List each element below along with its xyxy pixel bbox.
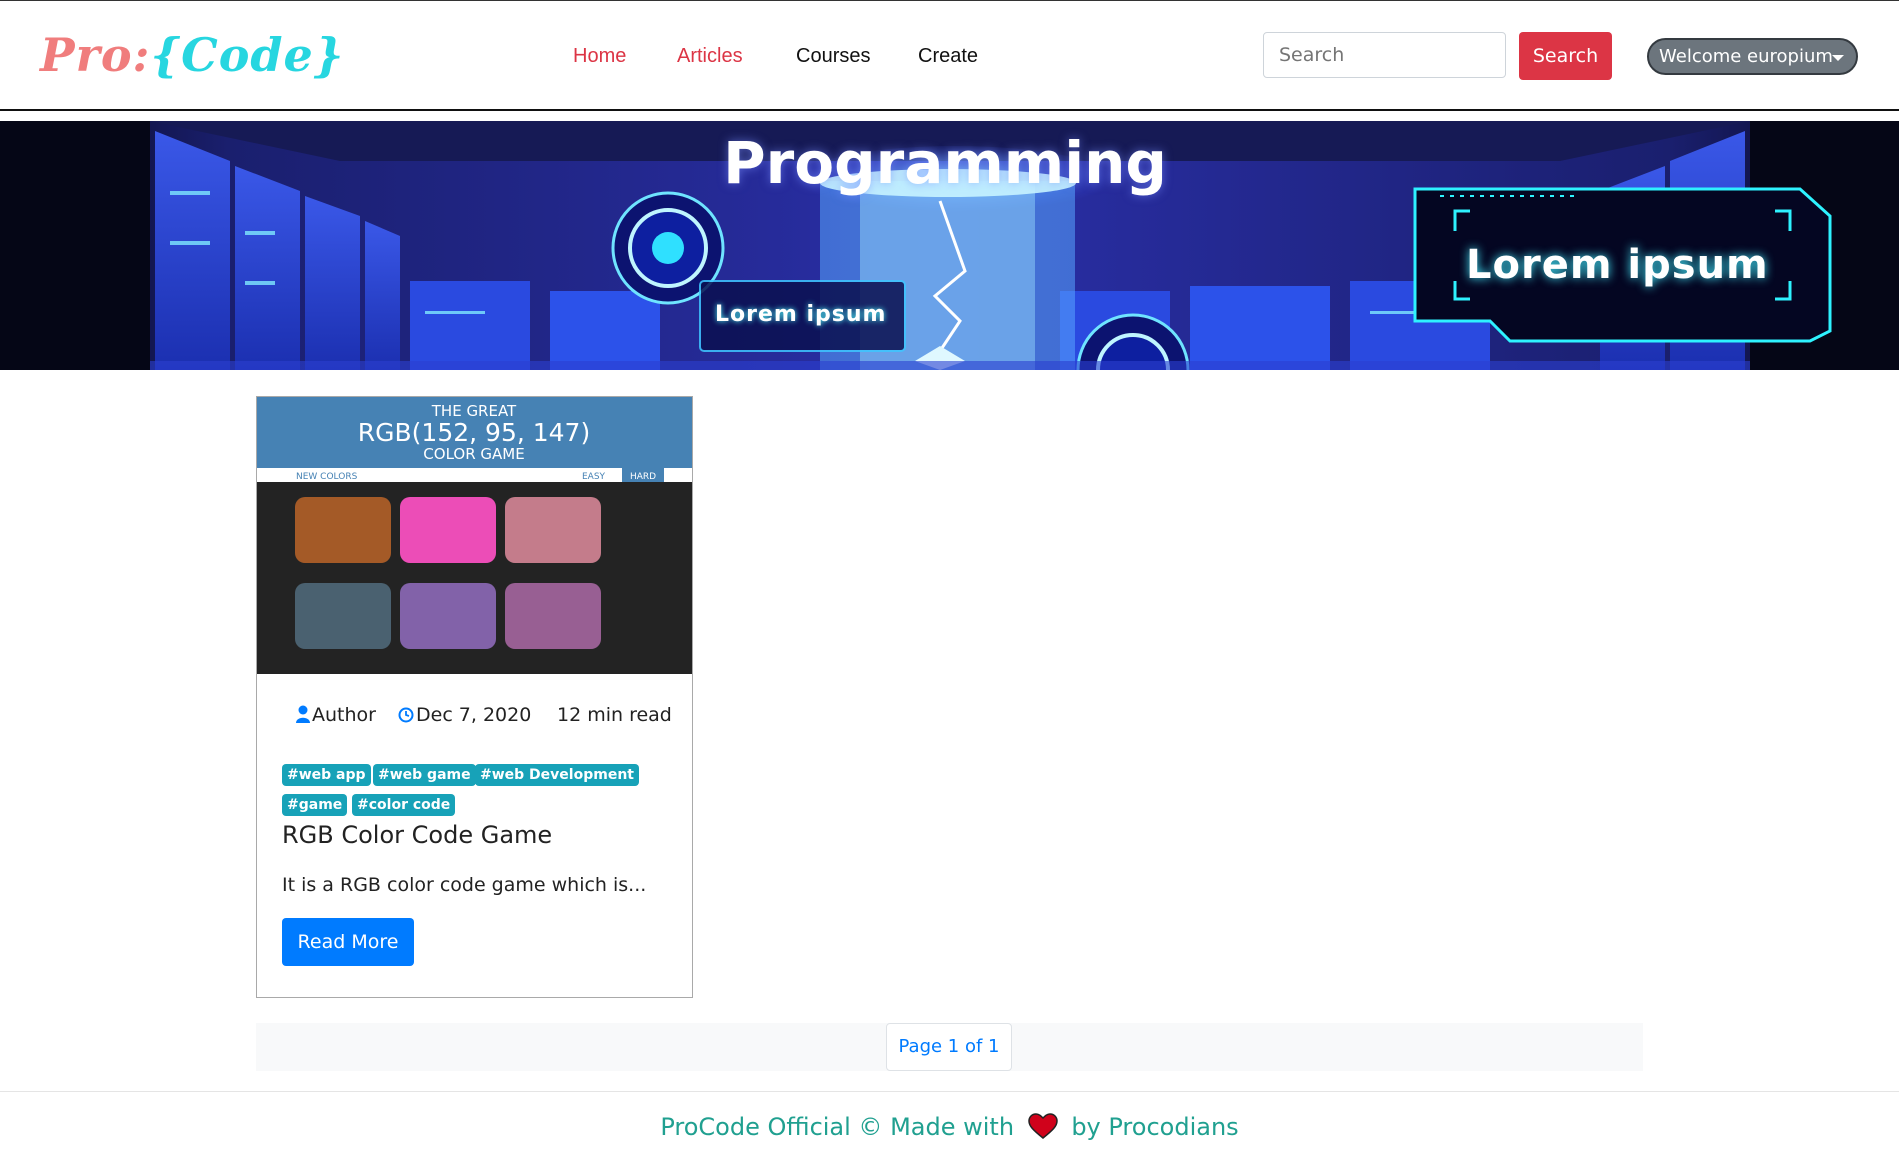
heart-icon — [1027, 1113, 1058, 1139]
banner-title: Programming — [723, 129, 1167, 197]
footer-divider — [0, 1091, 1899, 1092]
banner-caption-large: Lorem ipsum — [1466, 242, 1769, 288]
color-swatch — [400, 583, 496, 649]
article-thumbnail[interactable]: THE GREAT RGB(152, 95, 147) COLOR GAME N… — [257, 397, 692, 674]
tag-web-game[interactable]: #web game — [373, 764, 476, 786]
article-card: THE GREAT RGB(152, 95, 147) COLOR GAME N… — [256, 396, 693, 998]
brand-logo[interactable]: Pro:{Code} — [40, 27, 344, 83]
article-author-text: Author — [312, 704, 376, 726]
pagination-page-indicator[interactable]: Page 1 of 1 — [886, 1023, 1012, 1071]
read-more-button[interactable]: Read More — [282, 918, 414, 966]
color-swatch — [295, 497, 391, 563]
tag-web-app[interactable]: #web app — [282, 764, 371, 786]
banner-caption-small: Lorem ipsum — [715, 302, 887, 327]
clock-icon — [398, 707, 414, 723]
article-read-time: 12 min read — [557, 704, 672, 726]
nav-articles[interactable]: Articles — [677, 43, 743, 69]
caret-down-icon — [1832, 55, 1844, 61]
article-author: Author — [296, 702, 376, 728]
thumb-easy: EASY — [582, 472, 606, 482]
article-excerpt: It is a RGB color code game which is... — [282, 874, 647, 896]
user-dropdown-label: Welcome europium — [1659, 46, 1833, 67]
search-button[interactable]: Search — [1519, 32, 1612, 80]
brand-logo-part1: Pro: — [40, 28, 151, 82]
color-swatch — [505, 583, 601, 649]
navbar: Pro:{Code} Home Articles Courses Create … — [0, 1, 1899, 109]
color-swatch — [400, 497, 496, 563]
tag-web-development[interactable]: #web Development — [475, 764, 639, 786]
footer-left-text: ProCode Official © Made with — [660, 1113, 1015, 1141]
footer-right-text: by Procodians — [1071, 1113, 1239, 1141]
article-date: Dec 7, 2020 — [398, 702, 531, 728]
thumb-heading-bottom: COLOR GAME — [423, 445, 524, 463]
color-swatch — [295, 583, 391, 649]
tag-color-code[interactable]: #color code — [352, 794, 456, 816]
footer: ProCode Official © Made with by Procodia… — [0, 1110, 1899, 1144]
article-date-text: Dec 7, 2020 — [416, 704, 532, 726]
article-title[interactable]: RGB Color Code Game — [282, 820, 552, 850]
tag-game[interactable]: #game — [282, 794, 348, 816]
thumb-heading-main: RGB(152, 95, 147) — [358, 418, 590, 447]
nav-create[interactable]: Create — [918, 43, 978, 69]
nav-home[interactable]: Home — [573, 43, 626, 69]
nav-courses[interactable]: Courses — [796, 43, 870, 69]
user-icon — [296, 705, 310, 723]
search-input[interactable] — [1263, 32, 1506, 78]
thumb-hard: HARD — [630, 472, 656, 482]
navbar-divider — [0, 109, 1899, 111]
brand-logo-part2: {Code} — [150, 28, 345, 82]
user-dropdown-button[interactable]: Welcome europium — [1647, 38, 1858, 75]
thumb-new-colors: NEW COLORS — [296, 472, 358, 482]
color-swatch — [505, 497, 601, 563]
